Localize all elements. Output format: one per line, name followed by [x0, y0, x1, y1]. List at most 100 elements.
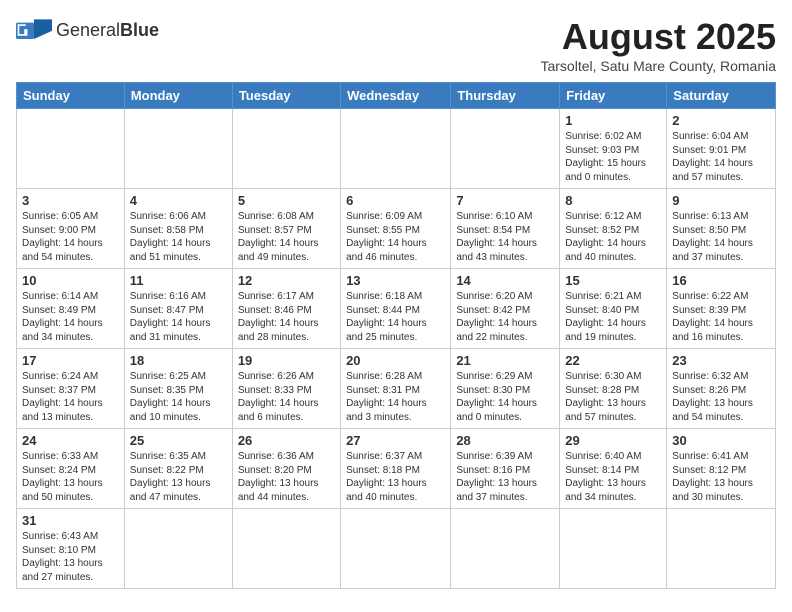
generalblue-logo-icon [16, 16, 52, 44]
day-info: Sunrise: 6:21 AM Sunset: 8:40 PM Dayligh… [565, 290, 661, 344]
day-number: 11 [130, 273, 227, 288]
calendar-cell: 14 Sunrise: 6:20 AM Sunset: 8:42 PM Dayli… [451, 269, 560, 349]
day-info: Sunrise: 6:35 AM Sunset: 8:22 PM Dayligh… [130, 450, 227, 504]
calendar-table: SundayMondayTuesdayWednesdayThursdayFrid… [16, 82, 776, 589]
day-info: Sunrise: 6:41 AM Sunset: 8:12 PM Dayligh… [672, 450, 770, 504]
day-info: Sunrise: 6:24 AM Sunset: 8:37 PM Dayligh… [22, 370, 119, 424]
day-info: Sunrise: 6:36 AM Sunset: 8:20 PM Dayligh… [238, 450, 335, 504]
day-number: 12 [238, 273, 335, 288]
month-title: August 2025 [540, 16, 776, 58]
day-info: Sunrise: 6:13 AM Sunset: 8:50 PM Dayligh… [672, 210, 770, 264]
calendar-cell: 31Sunrise: 6:43 AM Sunset: 8:10 PM Dayli… [17, 509, 125, 589]
day-info: Sunrise: 6:39 AM Sunset: 8:16 PM Dayligh… [456, 450, 554, 504]
week-row-6: 31Sunrise: 6:43 AM Sunset: 8:10 PM Dayli… [17, 509, 776, 589]
day-info: Sunrise: 6:08 AM Sunset: 8:57 PM Dayligh… [238, 210, 335, 264]
day-info: Sunrise: 6:17 AM Sunset: 8:46 PM Dayligh… [238, 290, 335, 344]
day-info: Sunrise: 6:37 AM Sunset: 8:18 PM Dayligh… [346, 450, 445, 504]
calendar-cell [560, 509, 667, 589]
day-number: 19 [238, 353, 335, 368]
col-header-tuesday: Tuesday [232, 83, 340, 109]
page-header: GeneralBlue August 2025 Tarsoltel, Satu … [16, 16, 776, 74]
day-number: 29 [565, 433, 661, 448]
calendar-cell: 20 Sunrise: 6:28 AM Sunset: 8:31 PM Dayli… [341, 349, 451, 429]
calendar-cell: 1Sunrise: 6:02 AM Sunset: 9:03 PM Daylig… [560, 109, 667, 189]
calendar-cell: 10Sunrise: 6:14 AM Sunset: 8:49 PM Dayli… [17, 269, 125, 349]
calendar-cell [17, 109, 125, 189]
day-number: 15 [565, 273, 661, 288]
calendar-cell: 16 Sunrise: 6:22 AM Sunset: 8:39 PM Dayli… [667, 269, 776, 349]
day-info: Sunrise: 6:10 AM Sunset: 8:54 PM Dayligh… [456, 210, 554, 264]
week-row-5: 24Sunrise: 6:33 AM Sunset: 8:24 PM Dayli… [17, 429, 776, 509]
calendar-cell: 3Sunrise: 6:05 AM Sunset: 9:00 PM Daylig… [17, 189, 125, 269]
calendar-cell [341, 509, 451, 589]
calendar-cell: 25Sunrise: 6:35 AM Sunset: 8:22 PM Dayli… [124, 429, 232, 509]
day-info: Sunrise: 6:26 AM Sunset: 8:33 PM Dayligh… [238, 370, 335, 424]
calendar-header-row: SundayMondayTuesdayWednesdayThursdayFrid… [17, 83, 776, 109]
calendar-cell: 22 Sunrise: 6:30 AM Sunset: 8:28 PM Dayli… [560, 349, 667, 429]
day-info: Sunrise: 6:06 AM Sunset: 8:58 PM Dayligh… [130, 210, 227, 264]
day-info: Sunrise: 6:12 AM Sunset: 8:52 PM Dayligh… [565, 210, 661, 264]
day-number: 31 [22, 513, 119, 528]
day-number: 22 [565, 353, 661, 368]
day-info: Sunrise: 6:02 AM Sunset: 9:03 PM Dayligh… [565, 130, 661, 184]
week-row-2: 3Sunrise: 6:05 AM Sunset: 9:00 PM Daylig… [17, 189, 776, 269]
week-row-3: 10Sunrise: 6:14 AM Sunset: 8:49 PM Dayli… [17, 269, 776, 349]
calendar-cell [124, 509, 232, 589]
col-header-friday: Friday [560, 83, 667, 109]
calendar-cell: 5 Sunrise: 6:08 AM Sunset: 8:57 PM Daylig… [232, 189, 340, 269]
day-number: 7 [456, 193, 554, 208]
day-number: 26 [238, 433, 335, 448]
calendar-cell: 7 Sunrise: 6:10 AM Sunset: 8:54 PM Daylig… [451, 189, 560, 269]
calendar-cell: 15 Sunrise: 6:21 AM Sunset: 8:40 PM Dayli… [560, 269, 667, 349]
day-info: Sunrise: 6:29 AM Sunset: 8:30 PM Dayligh… [456, 370, 554, 424]
day-number: 20 [346, 353, 445, 368]
day-info: Sunrise: 6:22 AM Sunset: 8:39 PM Dayligh… [672, 290, 770, 344]
day-info: Sunrise: 6:33 AM Sunset: 8:24 PM Dayligh… [22, 450, 119, 504]
day-info: Sunrise: 6:30 AM Sunset: 8:28 PM Dayligh… [565, 370, 661, 424]
day-number: 5 [238, 193, 335, 208]
calendar-cell: 8Sunrise: 6:12 AM Sunset: 8:52 PM Daylig… [560, 189, 667, 269]
calendar-cell: 2Sunrise: 6:04 AM Sunset: 9:01 PM Daylig… [667, 109, 776, 189]
day-number: 9 [672, 193, 770, 208]
col-header-sunday: Sunday [17, 83, 125, 109]
logo-text: GeneralBlue [56, 20, 159, 41]
calendar-cell [451, 509, 560, 589]
calendar-cell: 26 Sunrise: 6:36 AM Sunset: 8:20 PM Dayli… [232, 429, 340, 509]
day-number: 13 [346, 273, 445, 288]
day-info: Sunrise: 6:25 AM Sunset: 8:35 PM Dayligh… [130, 370, 227, 424]
day-number: 14 [456, 273, 554, 288]
calendar-cell: 21 Sunrise: 6:29 AM Sunset: 8:30 PM Dayli… [451, 349, 560, 429]
calendar-cell: 30 Sunrise: 6:41 AM Sunset: 8:12 PM Dayli… [667, 429, 776, 509]
calendar-cell: 13Sunrise: 6:18 AM Sunset: 8:44 PM Dayli… [341, 269, 451, 349]
calendar-cell [667, 509, 776, 589]
calendar-cell: 18 Sunrise: 6:25 AM Sunset: 8:35 PM Dayli… [124, 349, 232, 429]
day-number: 18 [130, 353, 227, 368]
calendar-cell: 4 Sunrise: 6:06 AM Sunset: 8:58 PM Daylig… [124, 189, 232, 269]
day-info: Sunrise: 6:32 AM Sunset: 8:26 PM Dayligh… [672, 370, 770, 424]
calendar-cell: 29 Sunrise: 6:40 AM Sunset: 8:14 PM Dayli… [560, 429, 667, 509]
day-number: 21 [456, 353, 554, 368]
calendar-cell [341, 109, 451, 189]
calendar-cell: 24Sunrise: 6:33 AM Sunset: 8:24 PM Dayli… [17, 429, 125, 509]
calendar-cell: 6Sunrise: 6:09 AM Sunset: 8:55 PM Daylig… [341, 189, 451, 269]
day-info: Sunrise: 6:40 AM Sunset: 8:14 PM Dayligh… [565, 450, 661, 504]
day-info: Sunrise: 6:09 AM Sunset: 8:55 PM Dayligh… [346, 210, 445, 264]
day-number: 30 [672, 433, 770, 448]
day-number: 4 [130, 193, 227, 208]
day-info: Sunrise: 6:20 AM Sunset: 8:42 PM Dayligh… [456, 290, 554, 344]
week-row-1: 1Sunrise: 6:02 AM Sunset: 9:03 PM Daylig… [17, 109, 776, 189]
calendar-cell [232, 509, 340, 589]
calendar-cell: 12 Sunrise: 6:17 AM Sunset: 8:46 PM Dayli… [232, 269, 340, 349]
day-number: 2 [672, 113, 770, 128]
calendar-cell: 23Sunrise: 6:32 AM Sunset: 8:26 PM Dayli… [667, 349, 776, 429]
week-row-4: 17Sunrise: 6:24 AM Sunset: 8:37 PM Dayli… [17, 349, 776, 429]
day-info: Sunrise: 6:28 AM Sunset: 8:31 PM Dayligh… [346, 370, 445, 424]
day-info: Sunrise: 6:16 AM Sunset: 8:47 PM Dayligh… [130, 290, 227, 344]
calendar-cell: 19 Sunrise: 6:26 AM Sunset: 8:33 PM Dayli… [232, 349, 340, 429]
calendar-title-area: August 2025 Tarsoltel, Satu Mare County,… [540, 16, 776, 74]
calendar-cell: 11 Sunrise: 6:16 AM Sunset: 8:47 PM Dayli… [124, 269, 232, 349]
calendar-cell [232, 109, 340, 189]
day-number: 28 [456, 433, 554, 448]
day-number: 10 [22, 273, 119, 288]
day-number: 16 [672, 273, 770, 288]
